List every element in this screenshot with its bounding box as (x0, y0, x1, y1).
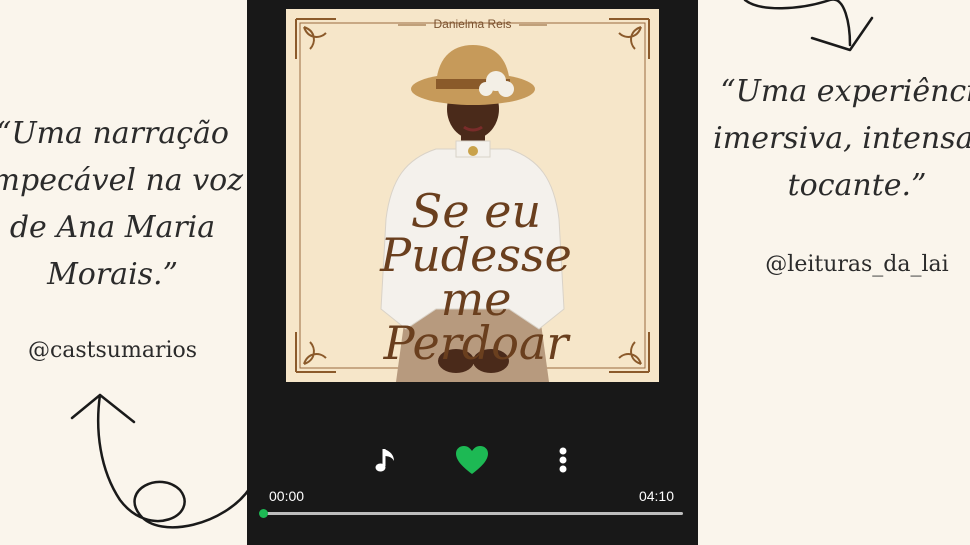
handle-castsumarios: @castsumarios (27, 338, 198, 363)
like-button[interactable] (455, 443, 489, 477)
arrowhead-right (810, 16, 874, 52)
progress-bar[interactable] (259, 509, 683, 518)
music-note-button[interactable] (372, 445, 402, 475)
cover-title: Se eu Pudesse me Perdoar (346, 184, 606, 370)
quote-left-line: impecável na voz (0, 163, 244, 198)
quote-right-line: imersiva, intensa e (713, 121, 970, 156)
time-elapsed: 00:00 (269, 488, 305, 504)
progress-knob[interactable] (259, 509, 268, 518)
arrowhead-left (70, 393, 136, 424)
cover-title-line: Se eu (410, 184, 542, 238)
quote-right-line: tocante.” (787, 168, 927, 203)
quote-left-line: “Uma narração (0, 116, 229, 151)
cover-title-line: Perdoar (383, 316, 569, 370)
more-vertical-icon (559, 447, 567, 473)
curly-arrow-right (743, 0, 852, 47)
music-note-icon (375, 449, 394, 472)
quote-right: “Uma experiência imersiva, intensa e toc… (712, 68, 970, 209)
cover-title-line: Pudesse (380, 228, 572, 282)
quote-left-line: Morais.” (47, 257, 178, 292)
quote-left: “Uma narração impecável na voz de Ana Ma… (0, 110, 245, 298)
heart-icon (456, 446, 488, 474)
music-player: Danielma Reis Se eu Pudesse me Perdoar 0… (247, 0, 698, 545)
cover-author: Danielma Reis (433, 17, 512, 31)
time-total: 04:10 (638, 488, 674, 504)
quote-right-line: “Uma experiência (720, 74, 970, 109)
more-options-button[interactable] (553, 445, 573, 475)
album-cover: Danielma Reis Se eu Pudesse me Perdoar (286, 9, 659, 382)
handle-leituras-da-lai: @leituras_da_lai (765, 252, 949, 277)
cover-title-line: me (440, 272, 512, 326)
quote-left-line: de Ana Maria (9, 210, 216, 245)
curly-arrow-left (96, 393, 252, 529)
